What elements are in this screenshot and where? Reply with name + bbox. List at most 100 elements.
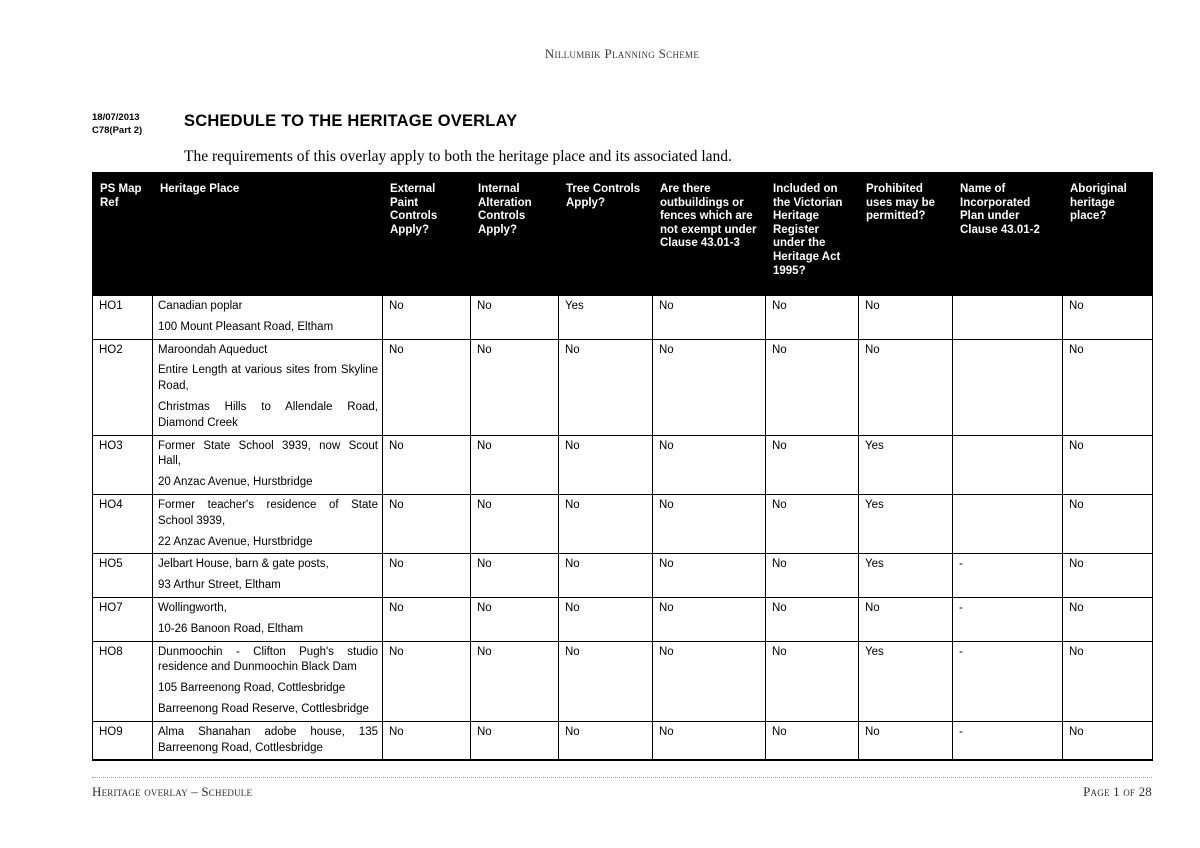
cell-ps-map-ref: HO9 [92,720,153,762]
heritage-place-line: Canadian poplar [158,300,243,312]
cell-tree-controls: No [558,640,653,722]
col-header-internal-alteration: Internal Alteration Controls Apply? [470,172,559,296]
col-header-text: Are there outbuildings or fences which a… [660,183,757,250]
cell-prohibited-uses: Yes [858,493,953,555]
footer-page-number: Page 1 of 28 [1083,784,1152,799]
cell-heritage-place: Former State School 3939, now Scout Hall… [152,434,383,495]
cell-internal-alteration: No [470,640,559,722]
cell-aboriginal-heritage: No [1062,295,1153,340]
cell-tree-controls: Yes [558,295,653,340]
cell-victorian-heritage-register: No [765,596,859,642]
heritage-place-line: Jelbart House, barn & gate posts, [158,558,329,571]
cell-aboriginal-heritage: No [1062,640,1153,722]
cell-victorian-heritage-register: No [765,493,859,555]
cell-ps-map-ref: HO5 [92,553,153,598]
cell-external-paint: No [382,640,471,722]
cell-victorian-heritage-register: No [765,434,859,495]
cell-heritage-place: Alma Shanahan adobe house, 135 Barreenon… [152,720,383,762]
table-row: HO8 Dunmoochin - Clifton Pugh's studio re… [92,640,1153,722]
heritage-place-line: Wollingworth, [158,601,227,614]
cell-prohibited-uses: Yes [858,434,953,495]
cell-internal-alteration: No [470,720,559,762]
col-header-incorporated-plan: Name of Incorporated Plan under Clause 4… [952,172,1063,296]
cell-aboriginal-heritage: No [1062,720,1153,762]
table-row: HO7 Wollingworth, 10-26 Banoon Road, Eltha… [92,596,1153,642]
cell-external-paint: No [382,295,471,340]
cell-internal-alteration: No [470,493,559,555]
intro-paragraph: The requirements of this overlay apply t… [184,148,732,165]
cell-external-paint: No [382,720,471,762]
cell-internal-alteration: No [470,338,559,436]
heritage-place-line: Alma Shanahan adobe house, 135 Barreenon… [158,725,378,754]
cell-outbuildings: No [652,596,766,642]
cell-outbuildings: No [652,338,766,436]
table-row: HO5 Jelbart House, barn & gate posts, 93 A… [92,553,1153,598]
table-row: HO2 Maroondah Aqueduct Entire Length at va… [92,338,1153,436]
cell-external-paint: No [382,553,471,598]
heritage-place-line: 105 Barreenong Road, Cottlesbridge [158,682,346,695]
heritage-place-line: 100 Mount Pleasant Road, Eltham [158,320,334,333]
cell-incorporated-plan [952,493,1063,555]
cell-external-paint: No [382,596,471,642]
col-header-external-paint: External Paint Controls Apply? [382,172,471,296]
col-header-text: PS Map Ref [100,183,142,209]
cell-victorian-heritage-register: No [765,640,859,722]
cell-aboriginal-heritage: No [1062,493,1153,555]
col-header-outbuildings: Are there outbuildings or fences which a… [652,172,766,296]
cell-prohibited-uses: No [858,720,953,762]
cell-external-paint: No [382,434,471,495]
cell-heritage-place: Former teacher's residence of State Scho… [152,493,383,555]
cell-ps-map-ref: HO8 [92,640,153,722]
col-header-text: Name of Incorporated Plan under Clause 4… [960,183,1040,236]
amendment-date: 18/07/2013 [92,112,140,123]
cell-heritage-place: Dunmoochin - Clifton Pugh's studio resid… [152,640,383,722]
cell-victorian-heritage-register: No [765,295,859,340]
cell-aboriginal-heritage: No [1062,434,1153,495]
cell-ps-map-ref: HO3 [92,434,153,495]
cell-internal-alteration: No [470,295,559,340]
cell-prohibited-uses: Yes [858,640,953,722]
cell-prohibited-uses: No [858,338,953,436]
cell-outbuildings: No [652,553,766,598]
cell-tree-controls: No [558,493,653,555]
cell-incorporated-plan [952,295,1063,340]
table-row: HO1 Canadian poplar 100 Mount Pleasant Roa… [92,295,1153,340]
cell-victorian-heritage-register: No [765,338,859,436]
cell-heritage-place: Canadian poplar 100 Mount Pleasant Road, … [152,295,383,340]
col-header-tree-controls: Tree Controls Apply? [558,172,653,296]
cell-ps-map-ref: HO4 [92,493,153,555]
col-header-text: External Paint Controls Apply? [390,183,438,236]
cell-incorporated-plan [952,434,1063,495]
table-header-row: PS Map Ref Heritage Place External Paint… [92,172,1153,296]
heritage-place-line: 22 Anzac Avenue, Hurstbridge [158,535,313,548]
cell-outbuildings: No [652,295,766,340]
heritage-place-line: Entire Length at various sites from Skyl… [158,364,378,393]
col-header-text: Tree Controls Apply? [566,183,641,209]
cell-ps-map-ref: HO2 [92,338,153,436]
cell-incorporated-plan: - [952,596,1063,642]
col-header-aboriginal-heritage: Aboriginal heritage place? [1062,172,1153,296]
running-header: Nillumbik Planning Scheme [544,46,700,61]
cell-outbuildings: No [652,493,766,555]
cell-aboriginal-heritage: No [1062,338,1153,436]
cell-victorian-heritage-register: No [765,720,859,762]
heritage-place-line: Former teacher's residence of State Scho… [158,498,378,527]
cell-incorporated-plan [952,338,1063,436]
cell-aboriginal-heritage: No [1062,553,1153,598]
document-page: Nillumbik Planning Scheme 18/07/2013 C78… [0,0,1200,848]
cell-tree-controls: No [558,596,653,642]
document-footer: Heritage overlay – Schedule Page 1 of 28 [92,784,1152,800]
col-header-text: Aboriginal heritage place? [1070,183,1127,223]
cell-tree-controls: No [558,434,653,495]
col-header-victorian-heritage-register: Included on the Victorian Heritage Regis… [765,172,859,296]
footer-left-text: Heritage overlay – Schedule [92,784,253,799]
table-row: HO9 Alma Shanahan adobe house, 135 Barree… [92,720,1153,762]
heritage-place-line: Barreenong Road Reserve, Cottlesbridge [158,702,369,715]
cell-prohibited-uses: No [858,295,953,340]
cell-heritage-place: Wollingworth, 10-26 Banoon Road, Eltham [152,596,383,642]
cell-victorian-heritage-register: No [765,553,859,598]
cell-tree-controls: No [558,720,653,762]
col-header-text: Heritage Place [160,183,240,195]
cell-aboriginal-heritage: No [1062,596,1153,642]
cell-prohibited-uses: Yes [858,553,953,598]
